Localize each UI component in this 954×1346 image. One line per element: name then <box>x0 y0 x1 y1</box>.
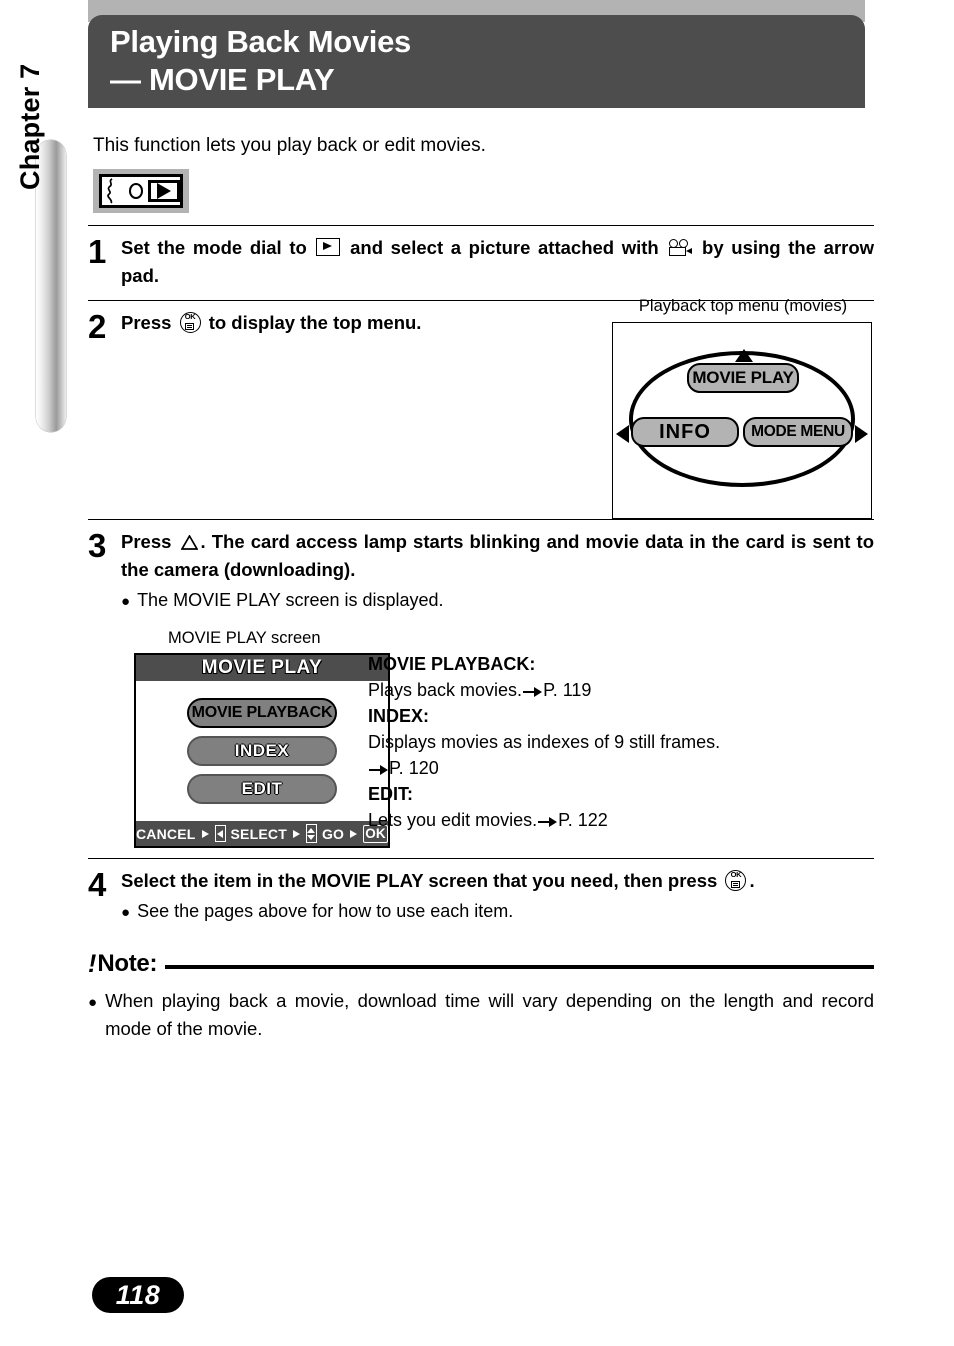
ok-button-icon-2: OK <box>725 870 747 891</box>
top-menu-diagram: Playback top menu (movies) MOVIE PLAY IN… <box>612 297 874 519</box>
page-number-badge: 118 <box>92 1277 184 1313</box>
step-3: 3 Press . The card access lamp starts bl… <box>88 520 874 625</box>
dial-wave-icon <box>107 178 113 204</box>
step-2-text: Press OK to display the top menu. <box>121 309 612 337</box>
note-title: Note: <box>97 950 158 977</box>
lcd-menu-list: MOVIE PLAYBACK INDEX EDIT <box>136 681 388 821</box>
step-1: 1 Set the mode dial to and select a pict… <box>88 226 874 300</box>
footer-arrow-icon-2 <box>292 829 300 838</box>
footer-arrow-icon-3 <box>350 829 358 838</box>
desc-body-index: Displays movies as indexes of 9 still fr… <box>368 729 874 755</box>
step-2-text-b: to display the top menu. <box>208 312 422 333</box>
step-3-text-b: . The card access lamp starts blinking a… <box>121 531 874 580</box>
desc-page-edit: P. 122 <box>558 810 608 830</box>
desc-body-movie-playback: Plays back movies. P. 119 <box>368 677 874 703</box>
lcd-column: MOVIE PLAY screen MOVIE PLAY MOVIE PLAYB… <box>88 629 390 848</box>
step-4-bullet: ● See the pages above for how to use eac… <box>121 898 874 926</box>
page-arrow-icon-2 <box>369 764 388 775</box>
menu-item-info[interactable]: INFO <box>631 417 739 447</box>
menu-item-movie-play[interactable]: MOVIE PLAY <box>687 363 799 393</box>
bullet-dot-3: ● <box>88 994 98 1011</box>
footer-arrow-icon-1 <box>201 829 209 838</box>
desc-page-movie-playback: P. 119 <box>543 680 592 700</box>
lcd-description-row: MOVIE PLAY screen MOVIE PLAY MOVIE PLAYB… <box>88 625 874 848</box>
arrow-up-icon <box>735 349 753 362</box>
desc-page-index: P. 120 <box>389 758 439 778</box>
chapter-label: Chapter 7 <box>14 63 45 190</box>
up-arrow-icon <box>180 535 198 550</box>
page-arrow-icon-1 <box>523 686 543 697</box>
play-triangle <box>157 183 172 199</box>
mode-dial-playback-icon <box>93 169 189 213</box>
step-4: 4 Select the item in the MOVIE PLAY scre… <box>88 859 874 936</box>
page-arrow-icon-3 <box>538 816 558 827</box>
lcd-footer-bar: CANCEL SELECT GO OK <box>136 821 388 846</box>
page-title-line2: — MOVIE PLAY <box>110 62 335 97</box>
desc-text-index: Displays movies as indexes of 9 still fr… <box>368 732 721 752</box>
footer-go-label: GO <box>321 825 345 842</box>
intro-text: This function lets you play back or edit… <box>93 135 486 156</box>
left-key-icon <box>214 825 226 842</box>
desc-text-edit: Lets you edit movies. <box>368 810 538 830</box>
step-3-bullet: ● The MOVIE PLAY screen is displayed. <box>121 587 874 615</box>
ok-button-icon: OK <box>179 312 201 333</box>
movie-play-screen: MOVIE PLAY MOVIE PLAYBACK INDEX EDIT CAN… <box>134 653 390 848</box>
step-1-number: 1 <box>88 233 107 270</box>
lcd-item-index[interactable]: INDEX <box>187 736 337 766</box>
step-2: 2 Press OK to display the top menu. <box>88 301 612 352</box>
desc-term-movie-playback: MOVIE PLAYBACK: <box>368 654 536 674</box>
lcd-item-movie-playback[interactable]: MOVIE PLAYBACK <box>187 698 337 728</box>
step-4-text-b: . <box>749 870 755 891</box>
step-3-bullet-text: The MOVIE PLAY screen is displayed. <box>137 590 444 610</box>
up-down-key-icon <box>305 824 317 843</box>
desc-body-edit: Lets you edit movies. P. 122 <box>368 807 874 833</box>
page-title: Playing Back Movies — MOVIE PLAY <box>110 23 865 99</box>
lcd-caption: MOVIE PLAY screen <box>168 629 321 647</box>
desc-text-movie-playback: Plays back movies. <box>368 680 523 700</box>
step-3-text-a: Press <box>121 531 172 552</box>
bullet-dot-2: ● <box>121 904 131 921</box>
footer-select-label: SELECT <box>230 825 287 842</box>
note-divider <box>165 965 874 969</box>
top-menu-diagram-box: MOVIE PLAY INFO MODE MENU <box>612 322 872 519</box>
mode-dial-inner <box>99 174 183 208</box>
step-2-row: 2 Press OK to display the top menu. Play… <box>88 297 874 519</box>
playback-icon <box>316 238 341 256</box>
lcd-title: MOVIE PLAY <box>136 655 388 681</box>
bullet-dot: ● <box>121 593 131 610</box>
page-header: Playing Back Movies — MOVIE PLAY <box>88 15 865 108</box>
footer-cancel-label: CANCEL <box>136 825 196 842</box>
step-2-number: 2 <box>88 308 107 345</box>
movie-camera-icon <box>668 239 693 257</box>
note-bullet: ● When playing back a movie, download ti… <box>88 987 874 1043</box>
dial-play-icon <box>148 180 181 202</box>
top-menu-diagram-caption: Playback top menu (movies) <box>638 297 848 315</box>
note-bang-icon: ! <box>88 950 97 978</box>
step-3-text: Press . The card access lamp starts blin… <box>121 528 874 615</box>
step-4-text: Select the item in the MOVIE PLAY screen… <box>121 867 874 926</box>
page-content: This function lets you play back or edit… <box>88 120 874 1043</box>
step-2-left: 2 Press OK to display the top menu. <box>88 301 612 352</box>
step-1-text: Set the mode dial to and select a pictur… <box>121 234 874 290</box>
desc-term-index: INDEX: <box>368 706 430 726</box>
arrow-left-icon <box>616 425 629 443</box>
page-title-line1: Playing Back Movies <box>110 24 411 59</box>
note-header: ! Note: <box>88 950 874 978</box>
menu-item-mode-menu[interactable]: MODE MENU <box>743 417 853 447</box>
lcd-item-edit[interactable]: EDIT <box>187 774 337 804</box>
step-3-number: 3 <box>88 527 107 564</box>
note-bullet-text: When playing back a movie, download time… <box>105 990 874 1039</box>
step-1-text-b: and select a picture attached with <box>350 237 659 258</box>
step-4-number: 4 <box>88 866 107 903</box>
desc-term-edit: EDIT: <box>368 784 413 804</box>
description-column: MOVIE PLAYBACK: Plays back movies. P. 119… <box>368 629 874 833</box>
desc-page-row-index: P. 120 <box>368 755 874 781</box>
step-4-bullet-text: See the pages above for how to use each … <box>137 901 514 921</box>
arrow-right-icon <box>855 425 868 443</box>
step-1-text-a: Set the mode dial to <box>121 237 307 258</box>
step-4-text-a: Select the item in the MOVIE PLAY screen… <box>121 870 718 891</box>
step-2-text-a: Press <box>121 312 172 333</box>
dial-circle-icon <box>128 183 144 199</box>
